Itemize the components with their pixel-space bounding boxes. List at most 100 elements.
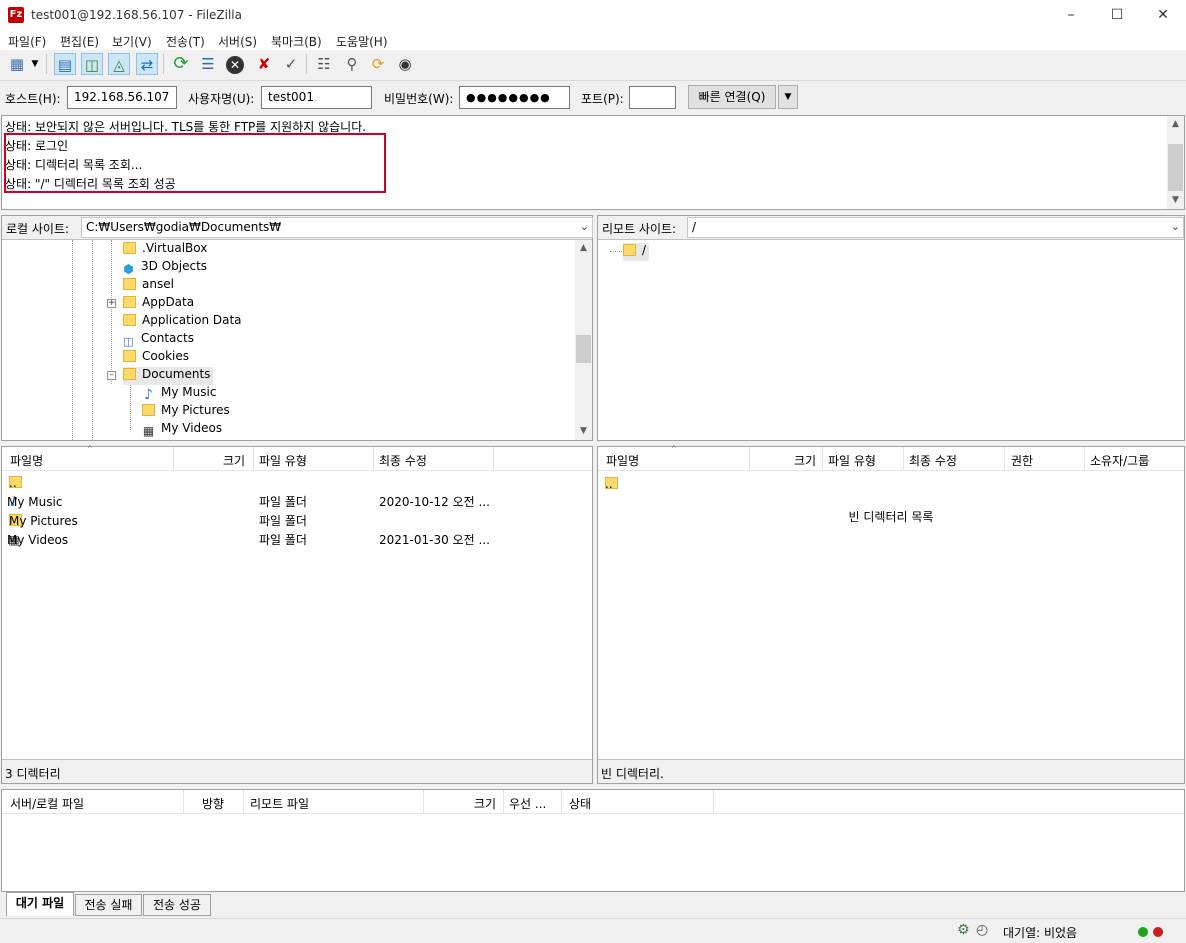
search-files-icon[interactable]: ◉: [394, 53, 416, 75]
quickconnect-history-dropdown[interactable]: ▼: [778, 85, 798, 109]
refresh-icon[interactable]: ⟳: [170, 53, 192, 75]
file-row[interactable]: My Pictures 파일 폴더: [2, 510, 592, 529]
username-label: 사용자명(U):: [188, 92, 255, 106]
col-server-local-file[interactable]: 서버/로컬 파일: [10, 795, 84, 812]
col-filename[interactable]: 파일명: [606, 452, 639, 469]
menu-bookmarks[interactable]: 북마크(B): [271, 33, 322, 50]
col-modified[interactable]: 최종 수정: [909, 452, 957, 469]
expand-icon[interactable]: +: [107, 299, 116, 308]
scroll-up-arrow-icon[interactable]: ▲: [575, 240, 592, 257]
col-priority[interactable]: 우선 ...: [509, 795, 546, 812]
tree-item[interactable]: ⬢ 3D Objects: [121, 259, 207, 277]
tree-item-selected[interactable]: Documents: [123, 367, 214, 385]
file-name-label: My Music: [7, 495, 63, 509]
file-type: 파일 폴더: [259, 533, 307, 547]
site-manager-icon[interactable]: ▦: [6, 53, 28, 75]
col-filename[interactable]: 파일명: [10, 452, 43, 469]
tree-item-label: AppData: [142, 295, 195, 309]
menu-transfer[interactable]: 전송(T): [166, 33, 205, 50]
collapse-icon[interactable]: –: [107, 371, 116, 380]
file-row[interactable]: ..: [598, 473, 1184, 492]
close-button[interactable]: ✕: [1140, 0, 1186, 31]
chevron-down-icon[interactable]: ⌄: [1171, 220, 1180, 233]
speed-limit-icon[interactable]: ◴: [976, 922, 988, 938]
tab-failed-transfers[interactable]: 전송 실패: [75, 894, 142, 916]
tree-item-label: Application Data: [142, 313, 242, 327]
remote-site-label: 리모트 사이트:: [602, 222, 677, 236]
port-input[interactable]: [629, 86, 676, 109]
tree-item[interactable]: ansel: [123, 277, 174, 295]
transfer-led-green-icon: [1138, 927, 1148, 937]
tree-item[interactable]: My Pictures: [142, 403, 230, 421]
tree-item[interactable]: Cookies: [123, 349, 189, 367]
directory-listing-filters-icon[interactable]: ☷: [313, 53, 335, 75]
toggle-log-icon[interactable]: ▤: [54, 53, 76, 75]
menu-help[interactable]: 도움말(H): [336, 33, 388, 50]
col-type[interactable]: 파일 유형: [259, 452, 307, 469]
column-separator: [903, 447, 904, 471]
cancel-icon[interactable]: ✕: [224, 53, 246, 75]
dropdown-arrow-icon[interactable]: ▼: [29, 53, 41, 75]
menu-view[interactable]: 보기(V): [112, 33, 152, 50]
tree-item-label: 3D Objects: [141, 259, 208, 273]
tree-item[interactable]: ♪ My Music: [141, 385, 216, 403]
reconnect-icon[interactable]: ✓: [280, 53, 302, 75]
tab-queued-files[interactable]: 대기 파일: [6, 892, 74, 916]
chevron-down-icon[interactable]: ⌄: [580, 220, 589, 233]
tree-item[interactable]: .VirtualBox: [123, 241, 207, 259]
local-path-combo[interactable]: C:₩Users₩godia₩Documents₩ ⌄: [81, 217, 593, 238]
col-size[interactable]: 크기: [794, 452, 816, 469]
toggle-queue-icon[interactable]: ⇄: [136, 53, 158, 75]
port-label: 포트(P):: [581, 92, 624, 106]
toggle-local-tree-icon[interactable]: ◫: [81, 53, 103, 75]
menu-file[interactable]: 파일(F): [8, 33, 46, 50]
compare-dirs-icon[interactable]: ⚲: [341, 53, 363, 75]
maximize-button[interactable]: ☐: [1094, 0, 1140, 31]
scroll-thumb[interactable]: [576, 335, 591, 363]
file-row[interactable]: ..: [2, 472, 592, 491]
username-input[interactable]: test001: [261, 86, 372, 109]
tree-item[interactable]: AppData: [123, 295, 194, 313]
menu-edit[interactable]: 편집(E): [60, 33, 99, 50]
toggle-remote-tree-icon[interactable]: ◬: [108, 53, 130, 75]
local-tree-scrollbar[interactable]: ▲ ▼: [575, 240, 592, 440]
menu-server[interactable]: 서버(S): [218, 33, 257, 50]
sync-browsing-icon[interactable]: ⟳: [367, 53, 389, 75]
tree-item[interactable]: ◫ Contacts: [121, 331, 194, 349]
quickconnect-button[interactable]: 빠른 연결(Q): [688, 85, 776, 109]
col-permissions[interactable]: 권한: [1011, 452, 1033, 469]
column-separator: [1004, 447, 1005, 471]
host-label: 호스트(H):: [5, 92, 61, 106]
scroll-up-arrow-icon[interactable]: ▲: [1167, 116, 1184, 133]
remote-file-list: 파일명 ⌃ 크기 파일 유형 최종 수정 권한 소유자/그룹 .. 빈 디렉터리…: [597, 445, 1185, 784]
tree-line: [111, 240, 112, 384]
col-modified[interactable]: 최종 수정: [379, 452, 427, 469]
scroll-down-arrow-icon[interactable]: ▼: [575, 423, 592, 440]
host-input[interactable]: 192.168.56.107: [67, 86, 177, 109]
tree-item-root[interactable]: /: [623, 243, 650, 261]
password-input[interactable]: ●●●●●●●●: [459, 86, 570, 109]
tree-item[interactable]: ▦ My Videos: [141, 421, 222, 439]
col-remote-file[interactable]: 리모트 파일: [250, 795, 309, 812]
column-separator: [243, 790, 244, 814]
quickconnect-bar: 호스트(H): 192.168.56.107 사용자명(U): test001 …: [0, 80, 1186, 114]
scroll-down-arrow-icon[interactable]: ▼: [1167, 192, 1184, 209]
disconnect-icon[interactable]: ✘: [253, 53, 275, 75]
remote-path-combo[interactable]: / ⌄: [687, 217, 1184, 238]
col-status[interactable]: 상태: [569, 795, 591, 812]
file-row[interactable]: ♪ My Music 파일 폴더 2020-10-12 오전 ...: [2, 491, 592, 510]
minimize-button[interactable]: –: [1048, 0, 1094, 31]
col-size[interactable]: 크기: [223, 452, 245, 469]
tree-item-label: Cookies: [142, 349, 189, 363]
log-scrollbar[interactable]: ▲ ▼: [1167, 116, 1184, 209]
file-row[interactable]: ▦ My Videos 파일 폴더 2021-01-30 오전 ...: [2, 529, 592, 548]
col-direction[interactable]: 방향: [202, 795, 224, 812]
tree-item[interactable]: Application Data: [123, 313, 242, 331]
scroll-thumb[interactable]: [1168, 144, 1183, 191]
tab-successful-transfers[interactable]: 전송 성공: [143, 894, 211, 916]
folder-icon: [123, 278, 136, 290]
process-queue-icon[interactable]: ☰: [197, 53, 219, 75]
col-owner-group[interactable]: 소유자/그룹: [1090, 452, 1149, 469]
col-size[interactable]: 크기: [474, 795, 496, 812]
col-type[interactable]: 파일 유형: [828, 452, 876, 469]
